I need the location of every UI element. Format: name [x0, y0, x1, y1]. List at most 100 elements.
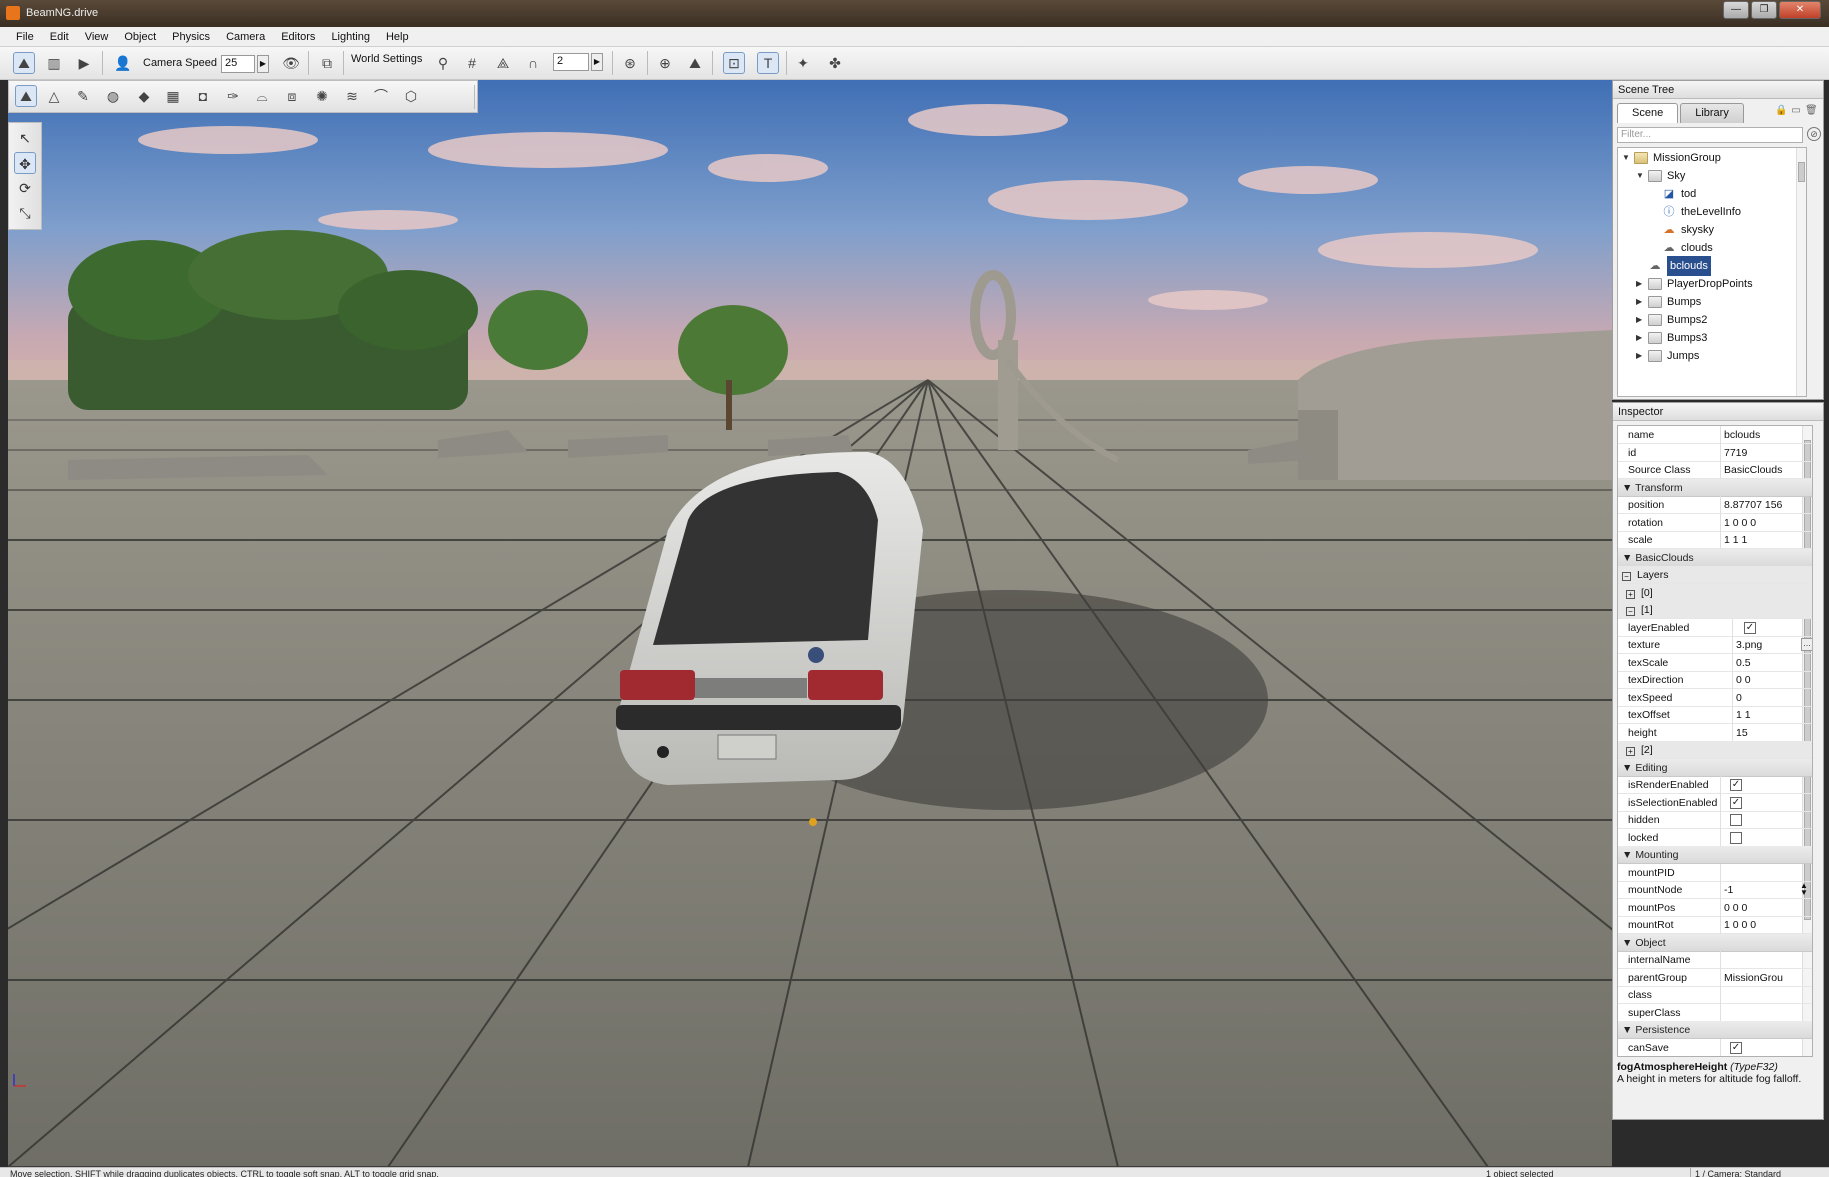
river-editor-icon[interactable]: ≋	[341, 85, 363, 107]
grid-snap-icon[interactable]: #	[461, 52, 483, 74]
navmesh-editor-icon[interactable]: ⬡	[400, 85, 422, 107]
property-value-input[interactable]: 1 0 0 0	[1724, 916, 1810, 934]
property-value-input[interactable]: 8.87707 156	[1724, 496, 1810, 514]
property-checkbox[interactable]: ✓	[1730, 779, 1742, 791]
menu-lighting[interactable]: Lighting	[323, 31, 378, 43]
particle-editor-icon[interactable]: ✺	[311, 85, 333, 107]
expand-box-icon[interactable]: +	[1626, 589, 1635, 599]
browse-file-button[interactable]: …	[1801, 638, 1812, 651]
close-button[interactable]: ✕	[1779, 1, 1821, 19]
scene-filter-input[interactable]: Filter...	[1617, 127, 1803, 143]
menu-view[interactable]: View	[77, 31, 117, 43]
property-value-input[interactable]: 0	[1736, 689, 1810, 707]
clear-filter-icon[interactable]: ⊘	[1807, 127, 1821, 141]
tree-item[interactable]: ☁ clouds	[1650, 238, 1713, 258]
expand-arrow-icon[interactable]: ▶	[1636, 292, 1646, 312]
move-gizmo-icon[interactable]: ✥	[14, 152, 36, 174]
expand-box-icon[interactable]: −	[1622, 572, 1631, 581]
inspector-group[interactable]: − Layers	[1618, 566, 1812, 584]
tree-item[interactable]: ☁ skysky	[1650, 220, 1715, 240]
maximize-button[interactable]: ❐	[1751, 1, 1777, 19]
object-marker[interactable]	[809, 818, 817, 826]
property-value-input[interactable]: 1 1 1	[1724, 531, 1810, 549]
inspector-section[interactable]: ▼ Mounting	[1618, 846, 1812, 864]
tree-scrollbar[interactable]	[1796, 148, 1806, 396]
menu-camera[interactable]: Camera	[218, 31, 273, 43]
lock-icon[interactable]: 🔒	[1775, 105, 1787, 119]
property-checkbox[interactable]	[1730, 814, 1742, 826]
magnet-icon[interactable]: ∩	[522, 52, 544, 74]
property-checkbox[interactable]: ✓	[1744, 621, 1756, 634]
menu-physics[interactable]: Physics	[164, 31, 218, 43]
property-value-input[interactable]: 7719	[1724, 444, 1810, 462]
property-value-input[interactable]: 0.5	[1736, 654, 1810, 672]
play-game-icon[interactable]: ▶	[73, 52, 95, 74]
tree-item[interactable]: ⓘ theLevelInfo	[1650, 202, 1741, 222]
inspector-section[interactable]: ▼ Editing	[1618, 758, 1812, 777]
menu-file[interactable]: File	[8, 31, 42, 43]
property-value-input[interactable]: 1 0 0 0	[1724, 514, 1810, 532]
expand-arrow-icon[interactable]: ▶	[1636, 310, 1646, 330]
world-settings-label[interactable]: World Settings	[351, 53, 422, 65]
forest-editor-icon[interactable]: ✑	[222, 85, 244, 107]
spinner-arrows-icon[interactable]: ▲ ▼	[1798, 882, 1810, 897]
snap-to-terrain-icon[interactable]: ⚲	[432, 52, 454, 74]
tree-item[interactable]: ▶ Bumps2	[1636, 310, 1707, 330]
expand-box-icon[interactable]: +	[1626, 747, 1635, 756]
property-checkbox[interactable]	[1730, 831, 1742, 844]
3d-viewport[interactable]	[8, 80, 1612, 1167]
selection-center-icon[interactable]: ⊡	[723, 52, 745, 74]
material-editor-icon[interactable]: ◍	[102, 85, 124, 107]
inspector-group[interactable]: + [2]	[1618, 741, 1812, 759]
property-value-input[interactable]: bclouds	[1724, 426, 1810, 444]
inspector-section[interactable]: ▼ Object	[1618, 933, 1812, 952]
object-snap-icon[interactable]: ⟁	[492, 52, 514, 74]
road-editor-icon[interactable]: ⌒	[370, 85, 392, 107]
add-object-icon[interactable]: ⊕	[654, 52, 676, 74]
tree-item[interactable]: ◪ tod	[1650, 184, 1697, 204]
player-camera-icon[interactable]: 👤	[112, 52, 134, 74]
minimize-button[interactable]: —	[1723, 1, 1749, 19]
menu-editors[interactable]: Editors	[273, 31, 323, 43]
snap-bounds-icon[interactable]: ⧉	[316, 52, 338, 74]
property-value-input[interactable]: MissionGrou	[1724, 969, 1810, 987]
terrain-tools-icon[interactable]: ⛰	[684, 52, 706, 74]
delete-icon[interactable]: 🗑	[1805, 105, 1818, 119]
scale-gizmo-icon[interactable]: ⤡	[14, 202, 36, 224]
menu-help[interactable]: Help	[378, 31, 417, 43]
tree-item[interactable]: ▶ Bumps3	[1636, 328, 1707, 348]
expand-arrow-icon[interactable]: ▶	[1636, 346, 1646, 366]
world-editor-icon[interactable]: ⛰	[13, 52, 35, 74]
tree-item[interactable]: ▶ Jumps	[1636, 346, 1699, 366]
tab-scene[interactable]: Scene	[1617, 103, 1679, 123]
text-tool-icon[interactable]: T	[757, 52, 779, 74]
decal-editor-icon[interactable]: ◘	[192, 85, 214, 107]
property-checkbox[interactable]: ✓	[1730, 796, 1742, 809]
expand-arrow-icon[interactable]: ▶	[1636, 328, 1646, 348]
tree-item[interactable]: ▼ Sky	[1636, 166, 1685, 186]
property-value-input[interactable]: BasicClouds	[1724, 461, 1810, 479]
expand-box-icon[interactable]: −	[1626, 607, 1635, 616]
tab-library[interactable]: Library	[1680, 103, 1744, 123]
new-folder-icon[interactable]: ▭	[1790, 105, 1802, 119]
terrain-editor-icon[interactable]: △	[43, 85, 65, 107]
property-checkbox[interactable]: ✓	[1730, 1041, 1742, 1054]
property-value-input[interactable]: 0 0	[1736, 671, 1810, 689]
property-value-input[interactable]: 1 1	[1736, 706, 1810, 724]
sketch-tool-icon[interactable]: ◆	[133, 85, 155, 107]
camera-speed-arrow-icon[interactable]: ▶	[257, 55, 269, 73]
menu-object[interactable]: Object	[116, 31, 164, 43]
inspector-section[interactable]: ▼ Persistence	[1618, 1021, 1812, 1039]
datablock-editor-icon[interactable]: ▦	[162, 85, 184, 107]
shape-editor-icon[interactable]: ⧈	[281, 85, 303, 107]
inspector-section[interactable]: ▼ BasicClouds	[1618, 548, 1812, 567]
forest-icon[interactable]: ✦	[792, 52, 814, 74]
inspector-group[interactable]: + [0]	[1618, 583, 1812, 602]
visibility-eye-icon[interactable]: 👁	[280, 52, 302, 74]
drop-at-icon[interactable]: ⊛	[619, 52, 641, 74]
inspector-group[interactable]: − [1]	[1618, 601, 1812, 619]
grid-size-input[interactable]: 2	[553, 53, 589, 71]
menu-edit[interactable]: Edit	[42, 31, 77, 43]
object-editor-icon[interactable]: ⛰	[15, 85, 37, 107]
select-arrow-icon[interactable]: ↖	[14, 127, 36, 149]
